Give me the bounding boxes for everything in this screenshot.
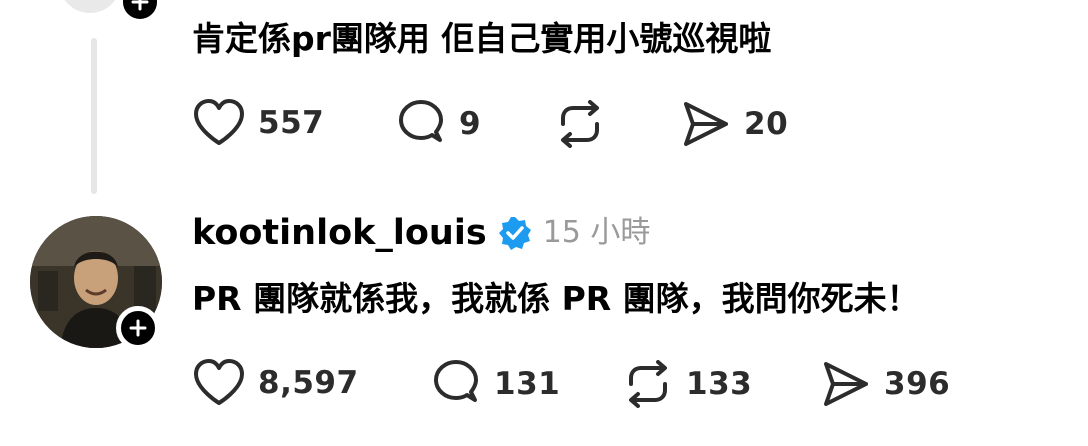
send-icon: [684, 102, 728, 146]
heart-icon: [194, 359, 244, 405]
post-text: 肯定係pr團隊用 佢自己實用小號巡視啦: [192, 19, 772, 58]
comment-icon: [434, 360, 478, 402]
post-header: kootinlok_louis 15 小時: [192, 213, 650, 253]
reply-button[interactable]: 9: [395, 98, 481, 150]
reply-button[interactable]: 131: [430, 358, 560, 410]
plus-icon: [131, 0, 149, 11]
share-count: 396: [884, 366, 951, 402]
follow-button[interactable]: [116, 306, 160, 350]
repost-button[interactable]: [554, 98, 618, 150]
share-button[interactable]: 20: [680, 98, 788, 150]
heart-icon: [194, 99, 244, 145]
post-text: PR 團隊就係我，我就係 PR 團隊，我問你死未！: [192, 279, 920, 318]
reply-count: 131: [494, 366, 561, 402]
repost-button[interactable]: 133: [622, 358, 752, 410]
verified-badge-icon: [498, 217, 531, 250]
username[interactable]: kootinlok_louis: [192, 213, 487, 253]
like-button[interactable]: 557: [192, 98, 324, 148]
share-button[interactable]: 396: [820, 358, 950, 410]
like-count: 557: [258, 105, 325, 141]
send-icon: [824, 362, 868, 406]
thread-line: [91, 38, 97, 194]
timestamp: 15 小時: [542, 215, 651, 250]
repost-icon: [629, 360, 667, 408]
follow-button-top[interactable]: [118, 0, 162, 24]
previous-avatar[interactable]: [56, 0, 124, 16]
reply-count: 9: [459, 106, 482, 142]
repost-count: 133: [686, 366, 753, 402]
share-count: 20: [744, 106, 789, 142]
repost-icon: [561, 100, 599, 148]
like-count: 8,597: [258, 365, 359, 401]
like-button[interactable]: 8,597: [192, 358, 359, 408]
plus-icon: [129, 319, 147, 337]
comment-icon: [399, 100, 443, 142]
